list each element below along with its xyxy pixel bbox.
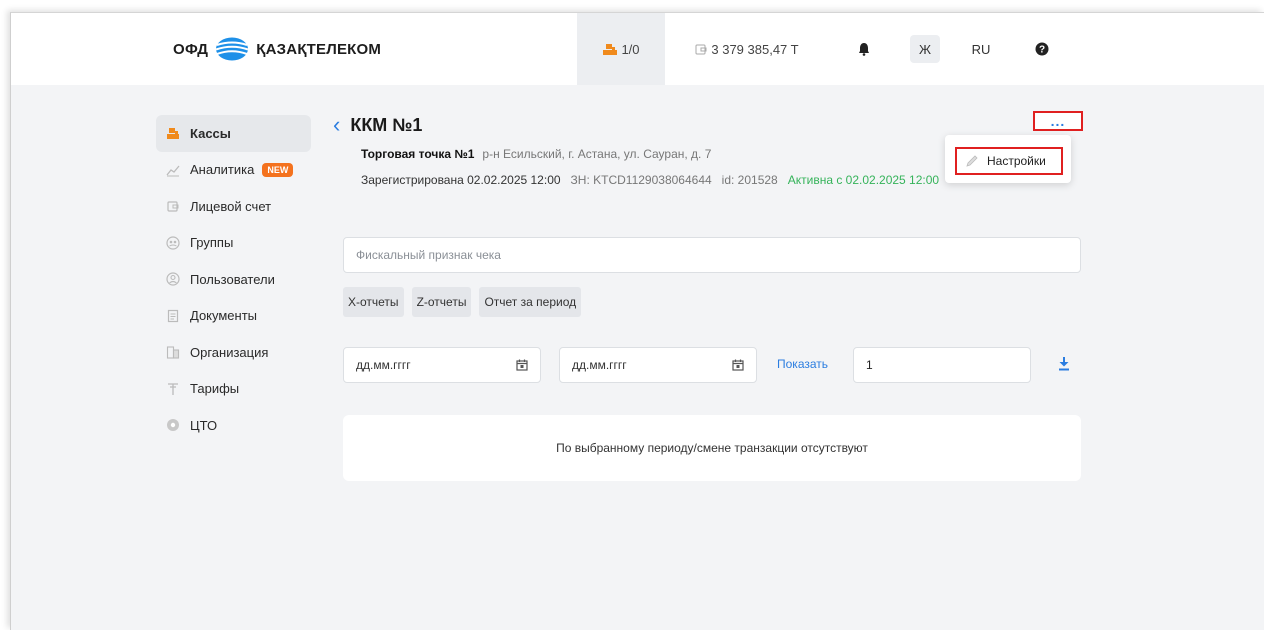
sidebar-item-label: Пользователи: [190, 271, 275, 287]
cash-register-icon: [166, 126, 180, 140]
tab-period-report[interactable]: Отчет за период: [479, 287, 582, 317]
sidebar-item-account[interactable]: Лицевой счет: [156, 188, 311, 225]
help-button[interactable]: ?: [1027, 13, 1057, 85]
new-badge: NEW: [262, 162, 294, 177]
building-icon: [166, 345, 180, 359]
serial-number: ЗН: KTCD1129038064644: [570, 173, 712, 187]
notifications-button[interactable]: [849, 13, 879, 85]
download-icon[interactable]: [1055, 355, 1073, 373]
bell-icon: [859, 43, 869, 56]
help-icon: ?: [1035, 42, 1049, 56]
sidebar-item-groups[interactable]: Группы: [156, 225, 311, 262]
sidebar-item-label: ЦТО: [190, 417, 218, 433]
sidebar-item-label: Лицевой счет: [190, 198, 272, 214]
shift-number-value: 1: [866, 358, 873, 372]
date-to-field[interactable]: дд.мм.гггг: [559, 347, 757, 383]
wallet-icon: [166, 199, 180, 213]
active-status: Активна с 02.02.2025 12:00: [787, 173, 940, 187]
tab-z-reports[interactable]: Z-отчеты: [411, 287, 472, 317]
sidebar-item-kassy[interactable]: Кассы: [156, 115, 311, 152]
sidebar-item-label: Аналитика: [190, 162, 255, 178]
more-options-button[interactable]: ...: [1033, 111, 1083, 131]
sidebar-item-label: Документы: [190, 308, 258, 324]
service-icon: [166, 418, 180, 432]
date-from-placeholder: дд.мм.гггг: [356, 358, 411, 372]
fiscal-sign-search-input[interactable]: [343, 237, 1081, 273]
report-tabs: X-отчеты Z-отчеты Отчет за период: [343, 287, 582, 317]
page-title: ККМ №1: [350, 114, 423, 135]
sidebar-item-documents[interactable]: Документы: [156, 298, 311, 335]
balance-amount: 3 379 385,47 T: [711, 41, 799, 57]
sidebar-item-users[interactable]: Пользователи: [156, 261, 311, 298]
sidebar-item-cto[interactable]: ЦТО: [156, 407, 311, 444]
svg-text:?: ?: [1039, 45, 1045, 56]
show-button[interactable]: Показать: [777, 357, 828, 371]
tariff-icon: [166, 382, 180, 396]
registration-date: Зарегистрирована 02.02.2025 12:00: [361, 173, 561, 187]
sidebar-item-label: Кассы: [190, 125, 231, 141]
tab-x-reports[interactable]: X-отчеты: [343, 287, 404, 317]
app-window: ОФД ҚАЗАҚТЕЛЕКОМ 1/0 3 379 385,47 T Ж RU…: [10, 12, 1264, 630]
more-options-menu: Настройки: [945, 135, 1071, 183]
logo-prefix: ОФД: [173, 40, 209, 58]
sidebar-item-label: Тарифы: [190, 381, 240, 397]
document-icon: [166, 309, 180, 323]
calendar-icon: [732, 359, 744, 371]
brand-logo[interactable]: ОФД ҚАЗАҚТЕЛЕКОМ: [173, 37, 381, 61]
empty-state-card: По выбранному периоду/смене транзакции о…: [343, 415, 1081, 481]
group-icon: [166, 236, 180, 250]
settings-menu-item[interactable]: Настройки: [955, 147, 1063, 175]
balance[interactable]: 3 379 385,47 T: [687, 13, 807, 85]
wallet-icon: [695, 44, 707, 55]
back-chevron-icon[interactable]: ‹: [333, 114, 340, 136]
trade-point-name: Торговая точка №1: [361, 147, 475, 161]
globe-logo-icon: [215, 37, 249, 61]
settings-label: Настройки: [987, 154, 1046, 168]
calendar-icon: [516, 359, 528, 371]
pencil-icon: [966, 155, 978, 167]
sidebar: Кассы Аналитика NEW Лицевой счет Группы: [156, 115, 311, 444]
sidebar-item-label: Группы: [190, 235, 234, 251]
lang-kz-button[interactable]: Ж: [907, 13, 943, 85]
user-icon: [166, 272, 180, 286]
kkm-id: id: 201528: [721, 173, 778, 187]
top-bar: ОФД ҚАЗАҚТЕЛЕКОМ 1/0 3 379 385,47 T Ж RU…: [11, 13, 1264, 85]
lang-kz-label: Ж: [910, 35, 940, 63]
sidebar-item-tariffs[interactable]: Тарифы: [156, 371, 311, 408]
kkm-count: 1/0: [621, 41, 640, 57]
cash-register-icon: [603, 44, 618, 55]
sidebar-item-label: Организация: [190, 344, 269, 360]
main-content: ‹ ККМ №1 ... Торговая точка №1 р-н Есильс…: [333, 111, 1083, 481]
sidebar-item-analytics[interactable]: Аналитика NEW: [156, 152, 311, 189]
chart-icon: [166, 163, 180, 177]
sidebar-item-organization[interactable]: Организация: [156, 334, 311, 371]
lang-ru-button[interactable]: RU: [963, 13, 999, 85]
logo-name: ҚАЗАҚТЕЛЕКОМ: [256, 40, 382, 58]
trade-point-address: р-н Есильский, г. Астана, ул. Сауран, д.…: [482, 147, 712, 161]
empty-state-message: По выбранному периоду/смене транзакции о…: [556, 441, 868, 455]
kkm-counter[interactable]: 1/0: [577, 13, 665, 85]
shift-number-input[interactable]: 1: [853, 347, 1031, 383]
date-from-field[interactable]: дд.мм.гггг: [343, 347, 541, 383]
date-to-placeholder: дд.мм.гггг: [572, 358, 627, 372]
